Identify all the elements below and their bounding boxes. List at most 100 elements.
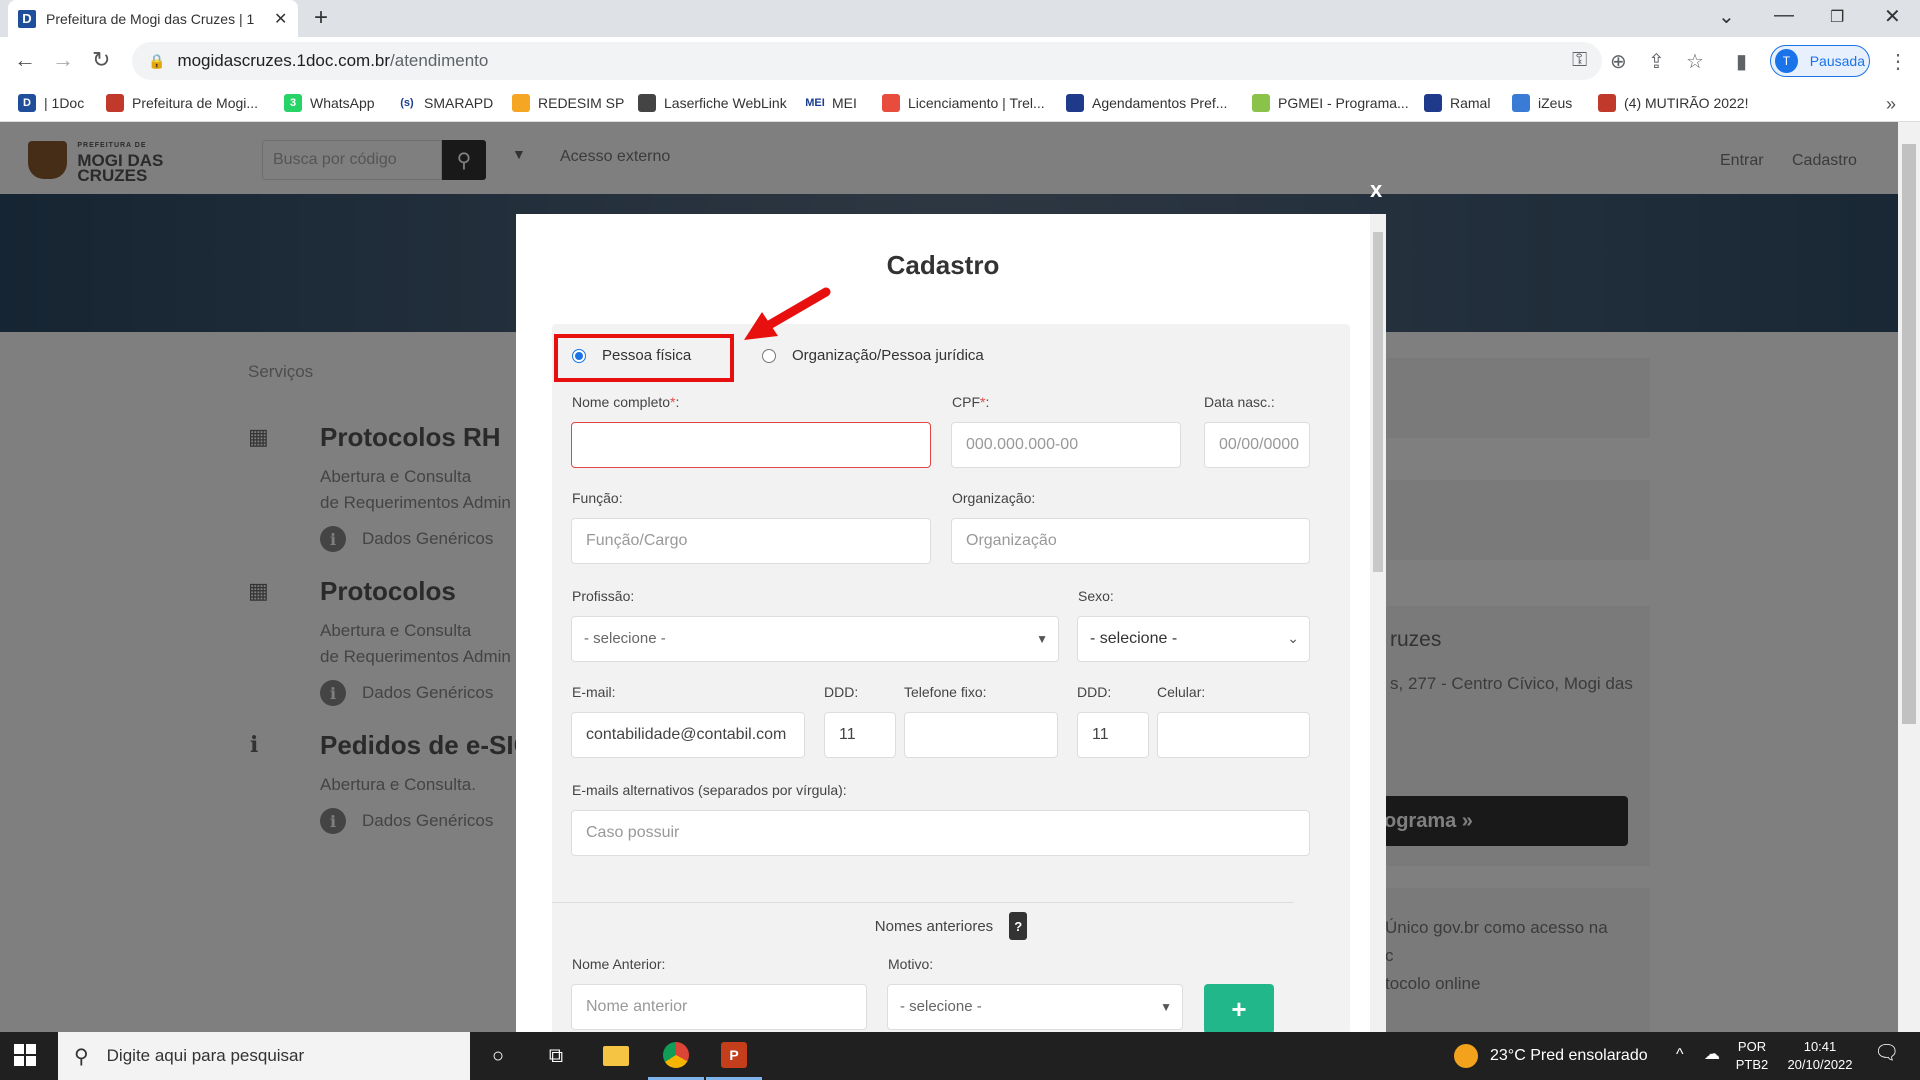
sexo-select[interactable]: - selecione - ⌄ <box>1077 616 1310 662</box>
ddd-fixo-input[interactable]: 11 <box>824 712 896 758</box>
profile-status: Pausada <box>1809 53 1865 69</box>
scrollbar-thumb[interactable] <box>1902 144 1916 724</box>
tab-strip: D Prefeitura de Mogi das Cruzes | 1 ✕ + … <box>0 0 1920 37</box>
cpf-input[interactable]: 000.000.000-00 <box>951 422 1181 468</box>
taskbar-search[interactable]: ⚲ Digite aqui para pesquisar <box>58 1032 470 1080</box>
sun-icon <box>1454 1044 1478 1068</box>
network-icon[interactable]: ☁ <box>1704 1046 1720 1064</box>
bookmark-item[interactable]: Prefeitura de Mogi... <box>106 92 258 114</box>
bookmark-item[interactable]: Laserfiche WebLink <box>638 92 787 114</box>
key-icon[interactable]: ⚿ <box>1572 49 1587 72</box>
nome-anterior-input[interactable]: Nome anterior <box>571 984 867 1030</box>
bookmark-item[interactable]: REDESIM SP <box>512 92 624 114</box>
taskbar-search-placeholder: Digite aqui para pesquisar <box>106 1046 305 1065</box>
email-label: E-mail: <box>572 684 616 700</box>
bookmark-label: iZeus <box>1538 95 1573 111</box>
chevron-down-icon: ▼ <box>1036 632 1048 646</box>
close-tab-icon[interactable]: ✕ <box>274 9 287 29</box>
bookmark-label: Agendamentos Pref... <box>1092 95 1228 111</box>
laserfiche-icon <box>638 94 656 112</box>
profile-button[interactable]: T Pausada <box>1770 45 1870 77</box>
redesim-icon <box>512 94 530 112</box>
close-modal-button[interactable]: x <box>1370 177 1382 203</box>
reload-icon[interactable]: ↻ <box>92 47 110 73</box>
mutirao-icon <box>1598 94 1616 112</box>
organizacao-input[interactable]: Organização <box>951 518 1310 564</box>
bookmark-label: SMARAPD <box>424 95 494 111</box>
motivo-label: Motivo: <box>888 956 934 972</box>
chrome-icon[interactable] <box>648 1032 704 1080</box>
browser-tab[interactable]: D Prefeitura de Mogi das Cruzes | 1 ✕ <box>8 0 298 37</box>
telefone-fixo-input[interactable] <box>904 712 1058 758</box>
page-scrollbar[interactable] <box>1898 122 1920 1032</box>
new-tab-icon[interactable]: + <box>314 4 328 32</box>
emails-alt-input[interactable]: Caso possuir <box>571 810 1310 856</box>
radio-pessoa-juridica[interactable]: Organização/Pessoa jurídica <box>762 347 984 364</box>
add-nome-anterior-button[interactable]: + <box>1204 984 1274 1034</box>
windows-start-icon[interactable] <box>14 1044 36 1066</box>
ddd-celular-input[interactable]: 11 <box>1077 712 1149 758</box>
address-bar[interactable]: 🔒 mogidascruzes.1doc.com.br/atendimento <box>132 42 1602 80</box>
weather-text: 23°C Pred ensolarado <box>1490 1047 1648 1064</box>
bookmark-item[interactable]: MEI MEI <box>805 92 857 114</box>
more-bookmarks-icon[interactable]: » <box>1886 94 1896 115</box>
bookmark-item[interactable]: 3 WhatsApp <box>284 92 375 114</box>
bookmark-label: PGMEI - Programa... <box>1278 95 1409 111</box>
email-input[interactable]: contabilidade@contabil.com <box>571 712 805 758</box>
bookmark-item[interactable]: (4) MUTIRÃO 2022! <box>1598 92 1748 114</box>
weather-widget[interactable]: 23°C Pred ensolarado <box>1454 1032 1648 1080</box>
clock[interactable]: 10:41 20/10/2022 <box>1782 1038 1858 1074</box>
close-window-icon[interactable]: ✕ <box>1884 4 1901 29</box>
taskbar: ⚲ Digite aqui para pesquisar ○ ⧉ P 23°C … <box>0 1032 1920 1080</box>
notifications-icon[interactable]: 🗨 <box>1874 1043 1899 1063</box>
bookmark-item[interactable]: PGMEI - Programa... <box>1252 92 1409 114</box>
bookmark-label: WhatsApp <box>310 95 375 111</box>
forward-icon[interactable]: → <box>52 47 74 73</box>
bookmark-item[interactable]: Ramal <box>1424 92 1490 114</box>
tray-chevron-icon[interactable]: ^ <box>1676 1046 1684 1064</box>
pgmei-icon <box>1252 94 1270 112</box>
restore-icon[interactable]: ❐ <box>1830 7 1844 27</box>
task-view-icon[interactable]: ⧉ <box>528 1032 584 1080</box>
izeus-icon <box>1512 94 1530 112</box>
flag-icon <box>106 94 124 112</box>
celular-input[interactable] <box>1157 712 1310 758</box>
modal-scrollbar[interactable] <box>1370 214 1386 1034</box>
nome-anterior-label: Nome Anterior: <box>572 956 666 972</box>
star-icon[interactable]: ☆ <box>1686 49 1704 74</box>
profissao-select[interactable]: - selecione - ▼ <box>571 616 1059 662</box>
bookmark-item[interactable]: Agendamentos Pref... <box>1066 92 1227 114</box>
side-panel-icon[interactable]: ▮ <box>1736 49 1747 74</box>
cortana-icon[interactable]: ○ <box>470 1032 526 1080</box>
scrollbar-thumb[interactable] <box>1373 232 1383 572</box>
bookmark-label: Licenciamento | Trel... <box>908 95 1045 111</box>
bookmark-item[interactable]: Licenciamento | Trel... <box>882 92 1045 114</box>
share-icon[interactable]: ⇪ <box>1648 49 1665 74</box>
tab-search-icon[interactable]: ⌄ <box>1718 4 1735 29</box>
help-icon[interactable]: ? <box>1009 912 1028 940</box>
1doc-icon: D <box>18 94 36 112</box>
back-icon[interactable]: ← <box>14 47 36 73</box>
nome-completo-input[interactable] <box>571 422 931 468</box>
chevron-down-icon: ▼ <box>1160 1000 1172 1014</box>
bookmarks-bar: D | 1Doc Prefeitura de Mogi... 3 WhatsApp (s)… <box>0 86 1920 122</box>
bookmark-item[interactable]: D | 1Doc <box>18 92 84 114</box>
celular-label: Celular: <box>1157 684 1206 700</box>
data-nasc-input[interactable]: 00/00/0000 <box>1204 422 1310 468</box>
minimize-icon[interactable]: — <box>1774 4 1794 27</box>
powerpoint-icon[interactable]: P <box>706 1032 762 1080</box>
bookmark-item[interactable]: iZeus <box>1512 92 1572 114</box>
chevron-down-icon: ⌄ <box>1287 630 1299 646</box>
mei-icon: MEI <box>805 94 825 112</box>
language-indicator[interactable]: POR PTB2 <box>1732 1038 1772 1074</box>
funcao-input[interactable]: Função/Cargo <box>571 518 931 564</box>
section-title: Nomes anteriores <box>874 917 994 935</box>
file-explorer-icon[interactable] <box>588 1032 644 1080</box>
zoom-icon[interactable]: ⊕ <box>1610 49 1627 74</box>
motivo-select[interactable]: - selecione - ▼ <box>887 984 1183 1030</box>
url-host: mogidascruzes.1doc.com.br <box>177 51 391 70</box>
bookmark-label: REDESIM SP <box>538 95 625 111</box>
menu-icon[interactable]: ⋮ <box>1888 49 1908 74</box>
bookmark-item[interactable]: (s) SMARAPD <box>398 92 493 114</box>
highlight-box <box>554 334 734 382</box>
